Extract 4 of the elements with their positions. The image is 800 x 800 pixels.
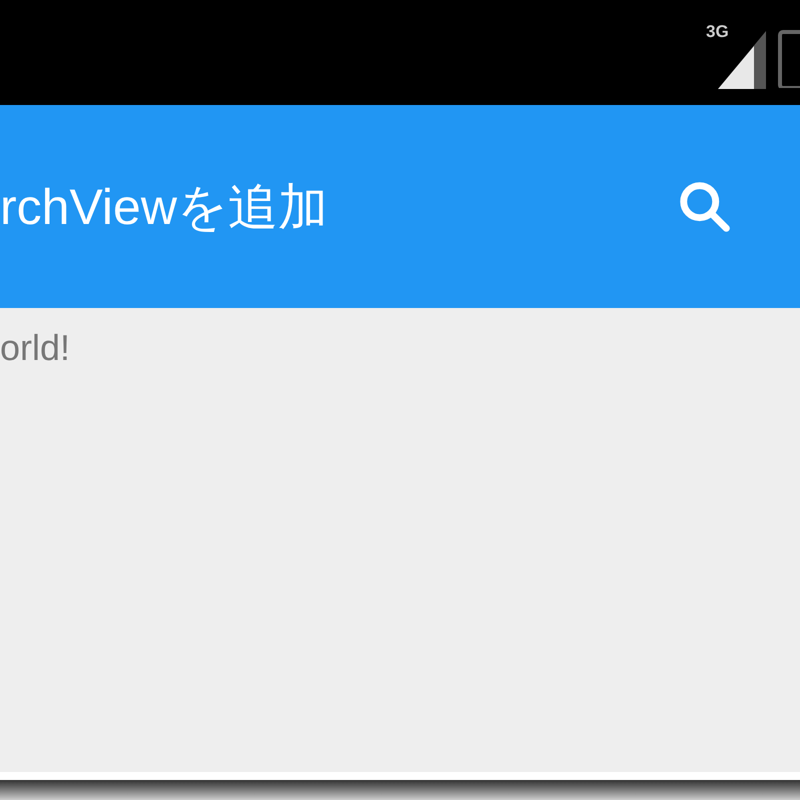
hello-text: orld!	[0, 327, 70, 368]
battery-icon	[778, 28, 800, 88]
app-bar-title: rchViewを追加	[0, 182, 328, 232]
network-type-label: 3G	[706, 22, 729, 40]
